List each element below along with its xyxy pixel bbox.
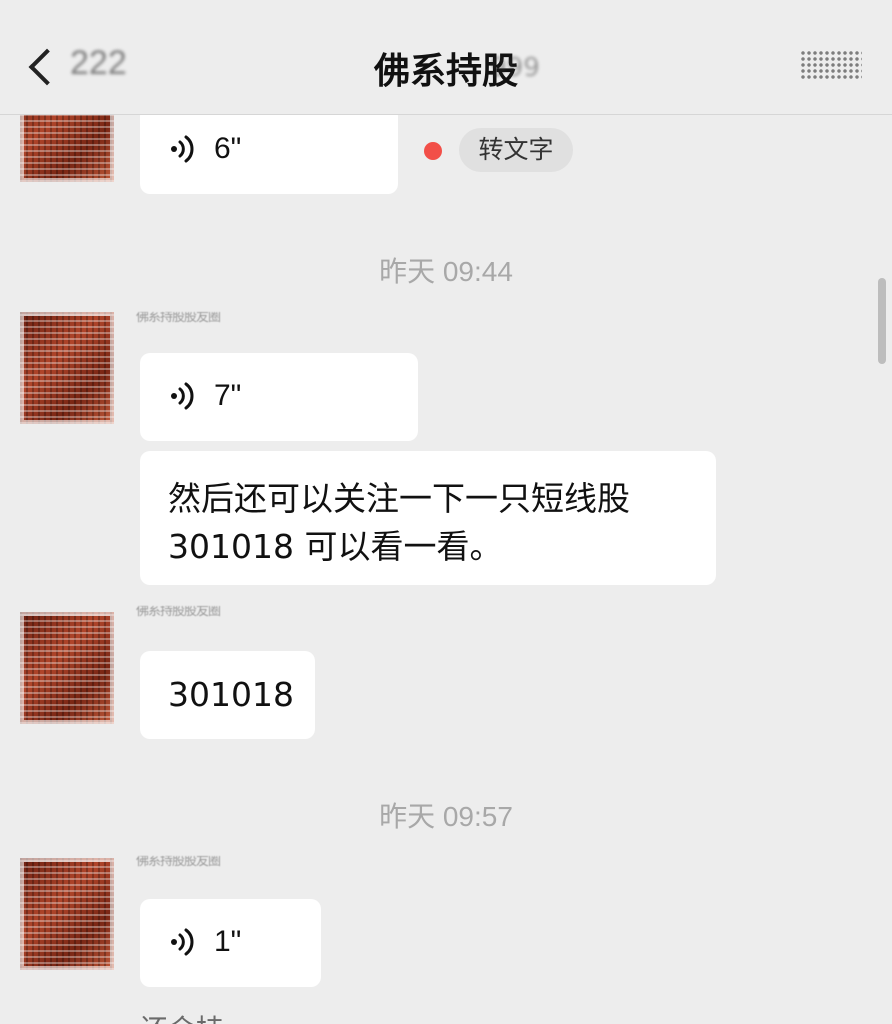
more-button[interactable]	[800, 50, 862, 80]
message-line: 然后还可以关注一下一只短线股	[168, 479, 630, 518]
timestamp: 昨天 09:57	[379, 801, 513, 832]
transcribe-button[interactable]: 转文字	[459, 128, 573, 172]
sender-nickname: 佛系持股股友圈	[136, 312, 221, 325]
voice-message[interactable]: 6"	[140, 106, 398, 194]
voice-wave-icon	[171, 382, 194, 410]
page-title: 佛系持股	[373, 51, 518, 92]
avatar[interactable]	[20, 858, 114, 970]
chat-header: 222 佛系持股 999	[0, 0, 892, 115]
unread-dot	[424, 142, 442, 160]
avatar[interactable]	[20, 612, 114, 724]
voice-wave-icon	[171, 928, 194, 956]
chat-screen: 222 佛系持股 999 6" 转文字 昨天 09:44 佛系持股股友圈 7" …	[0, 0, 892, 1024]
voice-duration: 1"	[214, 925, 242, 958]
voice-message[interactable]: 7"	[140, 353, 418, 441]
avatar[interactable]	[20, 312, 114, 424]
voice-wave-icon	[171, 135, 194, 163]
scrollbar[interactable]	[878, 278, 886, 364]
message-line: 301018	[168, 675, 294, 714]
voice-message[interactable]: 1"	[140, 899, 321, 987]
watermark	[710, 985, 880, 1017]
timestamp: 昨天 09:44	[379, 256, 513, 287]
message-line: 301018 可以看一看。	[168, 527, 503, 566]
text-message[interactable]: 301018	[140, 651, 315, 739]
text-message[interactable]: 然后还可以关注一下一只短线股 301018 可以看一看。	[140, 451, 716, 585]
sender-nickname: 佛系持股股友圈	[136, 606, 221, 619]
title-badge: 999	[490, 53, 540, 83]
partial-message-text: 还会持	[140, 1008, 224, 1024]
sender-nickname: 佛系持股股友圈	[136, 856, 221, 869]
voice-duration: 7"	[214, 379, 242, 412]
voice-duration: 6"	[214, 132, 242, 165]
more-icon	[800, 50, 862, 80]
